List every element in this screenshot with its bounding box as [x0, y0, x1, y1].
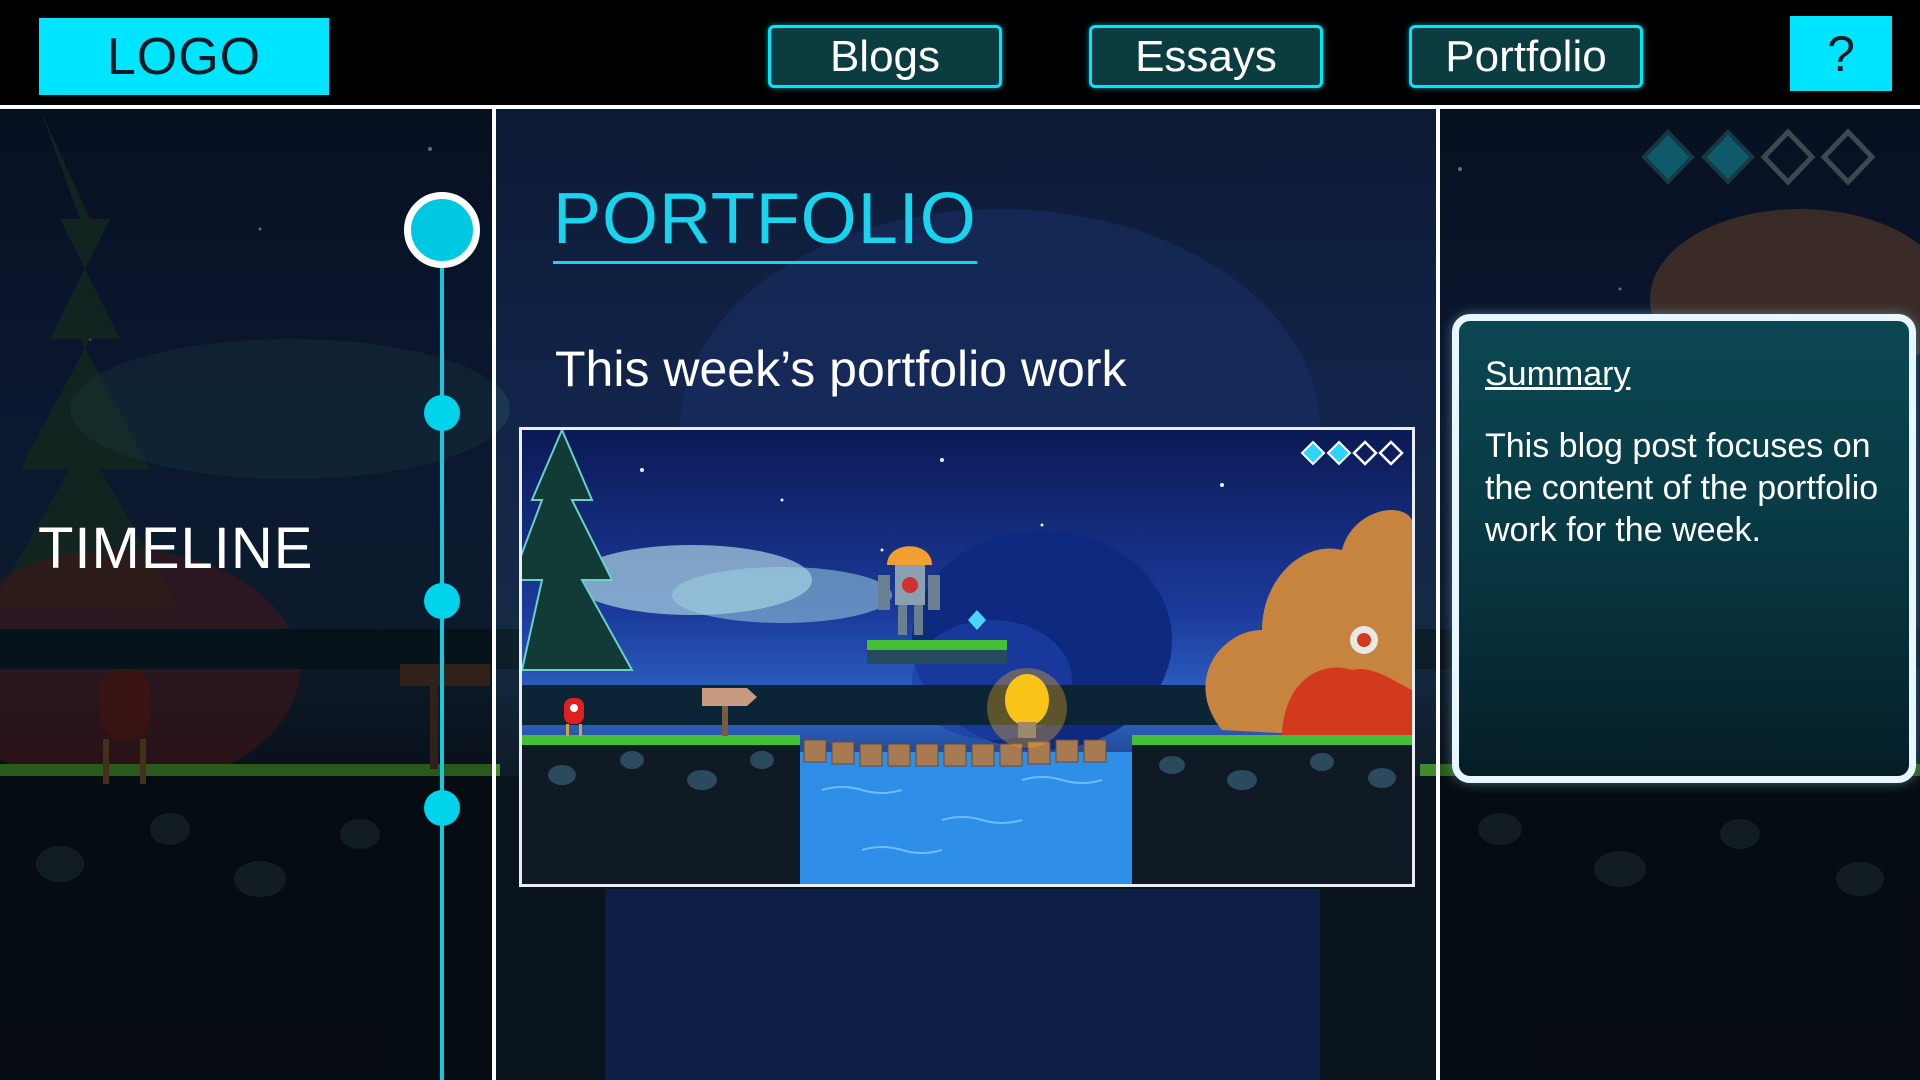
summary-heading[interactable]: Summary	[1485, 355, 1630, 394]
timeline-track	[440, 230, 444, 1080]
left-panel-divider	[492, 109, 496, 1080]
progress-diamonds	[1638, 128, 1878, 186]
nav-button-portfolio[interactable]: Portfolio	[1409, 25, 1643, 88]
diamond-empty-icon	[1378, 440, 1404, 466]
timeline-node-1[interactable]	[404, 192, 480, 268]
diamond-filled-icon	[1326, 440, 1352, 466]
diamond-empty-icon	[1352, 440, 1378, 466]
timeline-node-2[interactable]	[424, 395, 460, 431]
page-title: PORTFOLIO	[553, 183, 977, 264]
game-scene-illustration	[522, 430, 1412, 884]
right-panel-divider	[1436, 109, 1440, 1080]
page-subtitle: This week’s portfolio work	[555, 341, 1127, 397]
help-button[interactable]: ?	[1790, 16, 1892, 91]
summary-card: Summary This blog post focuses on the co…	[1452, 314, 1916, 783]
diamond-empty-icon	[1820, 128, 1876, 186]
diamond-filled-icon	[1641, 129, 1695, 185]
timeline-node-4[interactable]	[424, 790, 460, 826]
nav-button-essays[interactable]: Essays	[1089, 25, 1323, 88]
timeline-node-3[interactable]	[424, 583, 460, 619]
nav-button-blogs[interactable]: Blogs	[768, 25, 1002, 88]
timeline-label: TIMELINE	[38, 516, 314, 581]
diamond-empty-icon	[1760, 128, 1816, 186]
diamond-filled-icon	[1300, 440, 1326, 466]
diamond-filled-icon	[1701, 129, 1755, 185]
logo[interactable]: LOGO	[39, 18, 329, 95]
summary-body: This blog post focuses on the content of…	[1485, 427, 1879, 549]
in-game-progress-diamonds	[1300, 440, 1404, 466]
top-navigation-bar: LOGO Blogs Essays Portfolio ?	[0, 0, 1920, 109]
portfolio-screenshot[interactable]	[519, 427, 1415, 887]
